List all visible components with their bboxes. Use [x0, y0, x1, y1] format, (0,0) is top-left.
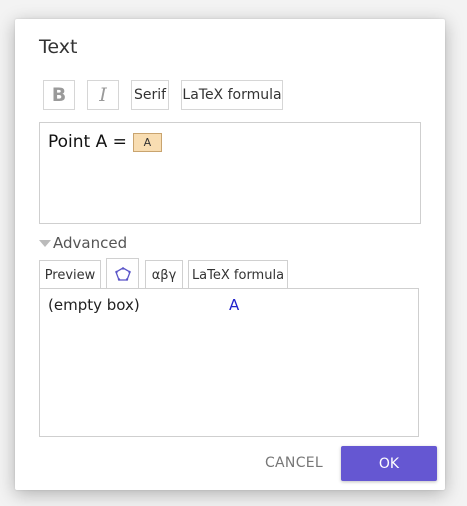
latex-formula-button[interactable]: LaTeX formula [181, 80, 283, 110]
preview-panel: (empty box) A [39, 288, 419, 437]
object-chip[interactable]: A [132, 132, 162, 152]
text-dialog: Text B I Serif LaTeX formula Point A = A… [15, 19, 445, 490]
editor-line: Point A = A [48, 132, 162, 152]
polygon-icon [114, 267, 131, 281]
tab-latex-formula[interactable]: LaTeX formula [188, 260, 288, 289]
tab-greek-symbols[interactable]: αβγ [145, 260, 183, 289]
ok-button[interactable]: OK [341, 446, 437, 481]
tab-objects[interactable] [106, 258, 139, 289]
preview-empty-box: (empty box) [48, 296, 140, 314]
italic-button[interactable]: I [87, 80, 119, 110]
bold-button[interactable]: B [43, 80, 75, 110]
tab-preview[interactable]: Preview [39, 260, 101, 289]
advanced-toggle[interactable]: Advanced [39, 234, 127, 252]
dialog-title: Text [39, 36, 78, 58]
cancel-button[interactable]: CANCEL [262, 450, 326, 476]
editor-text: Point A = [48, 132, 127, 152]
serif-button[interactable]: Serif [131, 80, 169, 110]
triangle-down-icon [39, 240, 51, 247]
preview-object: A [229, 296, 240, 314]
advanced-label: Advanced [53, 234, 128, 252]
text-editor[interactable]: Point A = A [39, 122, 421, 224]
